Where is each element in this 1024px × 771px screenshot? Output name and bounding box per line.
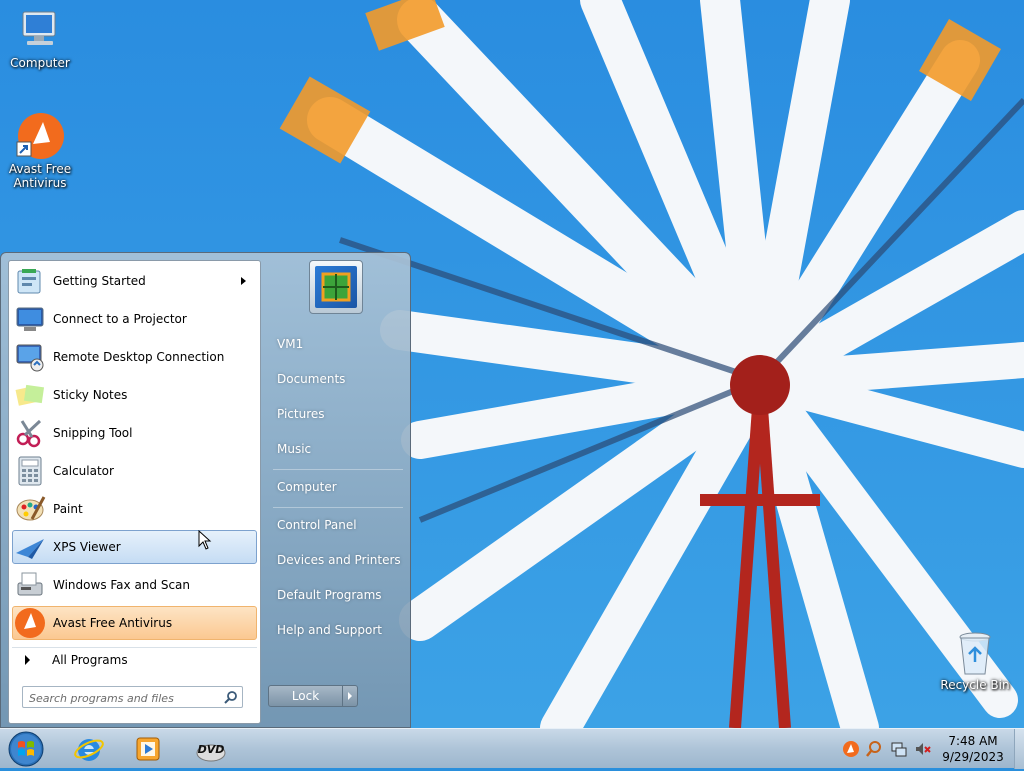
program-label: Windows Fax and Scan <box>53 578 191 592</box>
snipping-tool-icon <box>16 419 42 448</box>
mouse-cursor-icon <box>198 530 212 550</box>
remote-desktop-icon <box>16 344 44 372</box>
right-link-control-panel[interactable]: Control Panel <box>268 511 406 539</box>
calculator-icon <box>18 456 42 486</box>
program-calculator[interactable]: Calculator <box>12 454 257 488</box>
taskbar: DVD 7:48 AM 9/29/2023 <box>0 728 1024 769</box>
avast-tray-icon[interactable] <box>842 740 860 758</box>
projector-icon <box>16 307 44 331</box>
program-windows-fax-scan[interactable]: Windows Fax and Scan <box>12 568 257 602</box>
dvd-maker-icon: DVD <box>196 743 226 762</box>
avast-icon <box>16 113 64 159</box>
taskbar-pin-media-player[interactable] <box>123 731 173 767</box>
start-search-input[interactable] <box>27 689 219 707</box>
right-link-vm1[interactable]: VM1 <box>268 330 406 358</box>
chevron-right-icon <box>348 692 352 700</box>
lock-button[interactable]: Lock <box>268 685 343 707</box>
internet-explorer-icon <box>74 739 104 761</box>
search-icon[interactable] <box>224 690 238 704</box>
windows-orb-icon <box>8 731 44 767</box>
right-link-music[interactable]: Music <box>268 435 406 463</box>
volume-muted-icon[interactable] <box>914 740 932 758</box>
user-tile-image <box>315 266 357 308</box>
paint-icon <box>16 496 46 521</box>
desktop-icon-label: Computer <box>10 56 70 70</box>
start-menu-program-list: Getting Started Connect to a Projector R… <box>8 260 261 724</box>
media-player-icon <box>136 737 160 761</box>
svg-text:DVD: DVD <box>198 743 225 756</box>
computer-icon <box>22 11 56 45</box>
program-xps-viewer[interactable]: XPS Viewer <box>12 530 257 564</box>
submenu-arrow-icon <box>241 277 246 285</box>
all-programs-button[interactable]: All Programs <box>12 647 257 672</box>
start-menu-right-pane: VM1 Documents Pictures Music Computer Co… <box>261 253 410 727</box>
program-avast[interactable]: Avast Free Antivirus <box>12 606 257 640</box>
program-remote-desktop[interactable]: Remote Desktop Connection <box>12 340 257 374</box>
power-options-arrow-button[interactable] <box>343 685 358 707</box>
fax-scan-icon <box>17 572 43 596</box>
program-sticky-notes[interactable]: Sticky Notes <box>12 378 257 412</box>
user-picture-avatar[interactable] <box>309 260 363 314</box>
right-link-pictures[interactable]: Pictures <box>268 400 406 428</box>
program-snipping-tool[interactable]: Snipping Tool <box>12 416 257 450</box>
right-pane-separator <box>273 507 403 508</box>
right-link-documents[interactable]: Documents <box>268 365 406 393</box>
desktop-icon-recycle-bin[interactable]: Recycle Bin <box>935 630 1015 692</box>
start-menu: Getting Started Connect to a Projector R… <box>0 252 411 728</box>
program-label: Snipping Tool <box>53 426 133 440</box>
program-connect-to-projector[interactable]: Connect to a Projector <box>12 302 257 336</box>
desktop-icon-label: Avast Free Antivirus <box>8 162 72 190</box>
right-link-devices-printers[interactable]: Devices and Printers <box>268 546 406 574</box>
program-label: Paint <box>53 502 83 516</box>
clock-time: 7:48 AM <box>948 734 998 748</box>
right-link-computer[interactable]: Computer <box>268 473 406 501</box>
network-tray-icon[interactable] <box>890 740 908 758</box>
sticky-notes-icon <box>15 384 45 406</box>
xps-viewer-icon <box>16 539 44 559</box>
program-paint[interactable]: Paint <box>12 492 257 526</box>
program-getting-started[interactable]: Getting Started <box>12 264 257 298</box>
desktop-icon-avast[interactable]: Avast Free Antivirus <box>0 112 80 190</box>
taskbar-pin-dvd-maker[interactable]: DVD <box>186 731 236 767</box>
program-label: Sticky Notes <box>53 388 128 402</box>
program-label: Avast Free Antivirus <box>53 616 173 630</box>
all-programs-arrow-icon <box>25 655 30 665</box>
getting-started-icon <box>17 269 41 294</box>
show-desktop-button[interactable] <box>1014 729 1024 769</box>
chess-tile-icon <box>321 272 351 302</box>
start-button[interactable] <box>4 730 48 768</box>
right-link-default-programs[interactable]: Default Programs <box>268 581 406 609</box>
clock-date: 9/29/2023 <box>942 750 1004 764</box>
right-pane-separator <box>273 469 403 470</box>
search-tray-icon[interactable] <box>865 740 883 758</box>
all-programs-label: All Programs <box>52 653 128 667</box>
desktop-icon-computer[interactable]: Computer <box>0 8 80 70</box>
program-label: Connect to a Projector <box>53 312 187 326</box>
program-label: Getting Started <box>53 274 146 288</box>
recycle-bin-icon <box>959 632 991 675</box>
system-clock[interactable]: 7:48 AM 9/29/2023 <box>937 733 1009 765</box>
program-label: Calculator <box>53 464 114 478</box>
right-link-help-support[interactable]: Help and Support <box>268 616 406 644</box>
taskbar-pin-internet-explorer[interactable] <box>64 731 114 767</box>
avast-icon <box>15 608 45 638</box>
desktop-icon-label: Recycle Bin <box>940 678 1010 692</box>
program-label: XPS Viewer <box>53 540 121 554</box>
start-search-box[interactable] <box>22 686 243 708</box>
program-label: Remote Desktop Connection <box>53 350 225 364</box>
